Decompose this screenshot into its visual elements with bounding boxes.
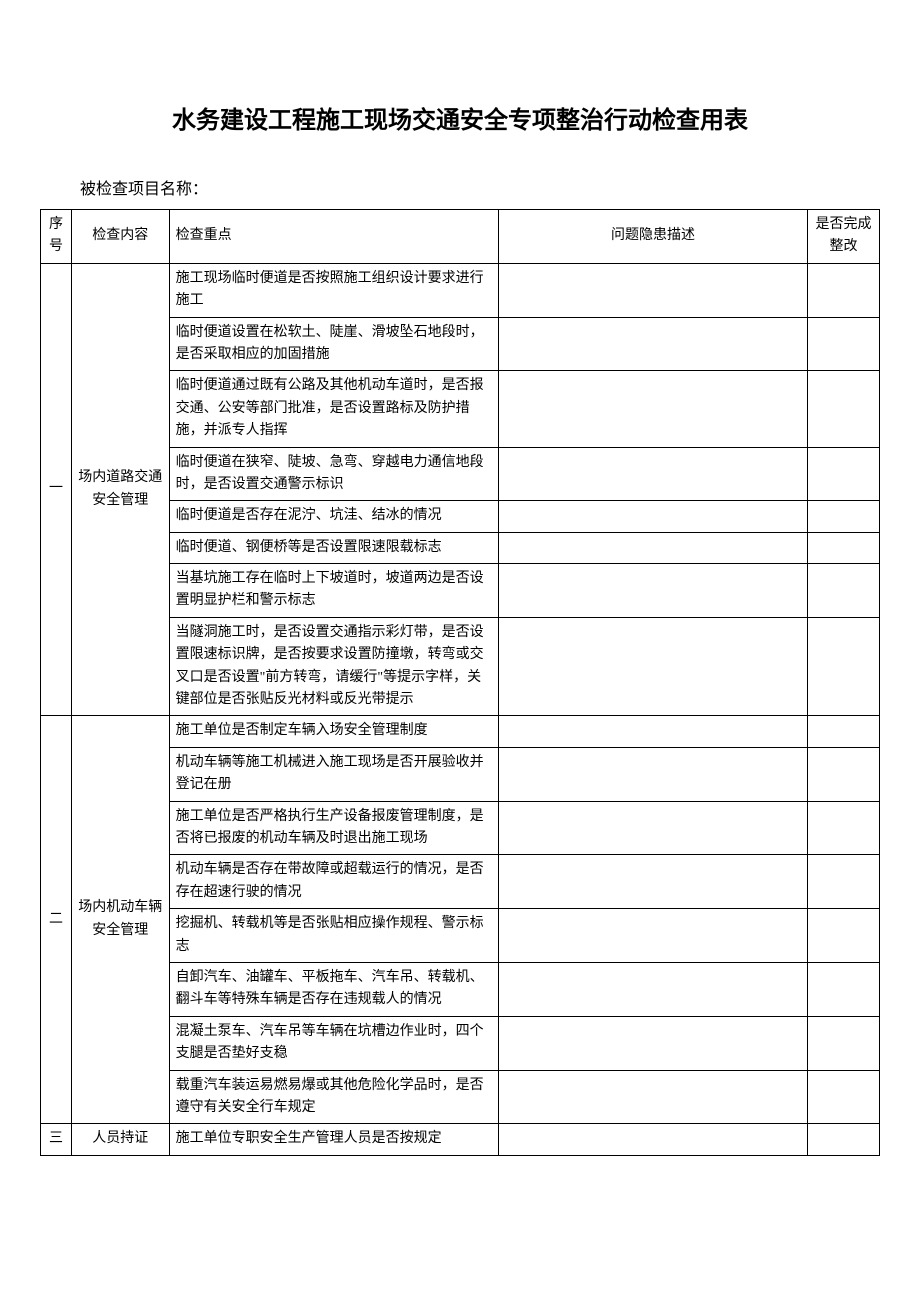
check-focus: 机动车辆等施工机械进入施工现场是否开展验收并登记在册 <box>169 747 498 801</box>
check-focus: 临时便道通过既有公路及其他机动车道时，是否报交通、公安等部门批准，是否设置路标及… <box>169 371 498 447</box>
done-cell <box>807 564 879 618</box>
problem-cell <box>499 532 808 563</box>
problem-cell <box>499 263 808 317</box>
check-focus: 当基坑施工存在临时上下坡道时，坡道两边是否设置明显护栏和警示标志 <box>169 564 498 618</box>
section-seq: 三 <box>41 1124 72 1155</box>
section-content: 场内道路交通安全管理 <box>71 263 169 716</box>
section-content: 场内机动车辆安全管理 <box>71 716 169 1124</box>
page-title: 水务建设工程施工现场交通安全专项整治行动检查用表 <box>40 100 880 135</box>
done-cell <box>807 801 879 855</box>
check-focus: 施工现场临时便道是否按照施工组织设计要求进行施工 <box>169 263 498 317</box>
done-cell <box>807 855 879 909</box>
problem-cell <box>499 1070 808 1124</box>
check-focus: 临时便道在狭窄、陡坡、急弯、穿越电力通信地段时，是否设置交通警示标识 <box>169 447 498 501</box>
done-cell <box>807 371 879 447</box>
problem-cell <box>499 1016 808 1070</box>
section-seq: 一 <box>41 263 72 716</box>
problem-cell <box>499 909 808 963</box>
done-cell <box>807 617 879 716</box>
check-focus: 载重汽车装运易燃易爆或其他危险化学品时，是否遵守有关安全行车规定 <box>169 1070 498 1124</box>
check-focus: 施工单位是否制定车辆入场安全管理制度 <box>169 716 498 747</box>
check-focus: 临时便道设置在松软土、陡崖、滑坡坠石地段时，是否采取相应的加固措施 <box>169 317 498 371</box>
check-focus: 混凝土泵车、汽车吊等车辆在坑槽边作业时，四个支腿是否垫好支稳 <box>169 1016 498 1070</box>
section-seq: 二 <box>41 716 72 1124</box>
header-done: 是否完成整改 <box>807 210 879 264</box>
problem-cell <box>499 801 808 855</box>
header-seq: 序号 <box>41 210 72 264</box>
project-name-label: 被检查项目名称： <box>40 175 880 199</box>
problem-cell <box>499 962 808 1016</box>
inspection-table: 序号 检查内容 检查重点 问题隐患描述 是否完成整改 一场内道路交通安全管理施工… <box>40 209 880 1156</box>
check-focus: 临时便道是否存在泥泞、坑洼、结冰的情况 <box>169 501 498 532</box>
done-cell <box>807 1124 879 1155</box>
table-row: 一场内道路交通安全管理施工现场临时便道是否按照施工组织设计要求进行施工 <box>41 263 880 317</box>
check-focus: 自卸汽车、油罐车、平板拖车、汽车吊、转载机、翻斗车等特殊车辆是否存在违规载人的情… <box>169 962 498 1016</box>
check-focus: 当隧洞施工时，是否设置交通指示彩灯带，是否设置限速标识牌，是否按要求设置防撞墩，… <box>169 617 498 716</box>
check-focus: 临时便道、钢便桥等是否设置限速限载标志 <box>169 532 498 563</box>
problem-cell <box>499 371 808 447</box>
done-cell <box>807 501 879 532</box>
done-cell <box>807 1070 879 1124</box>
done-cell <box>807 716 879 747</box>
done-cell <box>807 747 879 801</box>
check-focus: 施工单位是否严格执行生产设备报废管理制度，是否将已报废的机动车辆及时退出施工现场 <box>169 801 498 855</box>
table-row: 二场内机动车辆安全管理施工单位是否制定车辆入场安全管理制度 <box>41 716 880 747</box>
done-cell <box>807 263 879 317</box>
done-cell <box>807 962 879 1016</box>
problem-cell <box>499 617 808 716</box>
problem-cell <box>499 447 808 501</box>
problem-cell <box>499 747 808 801</box>
table-row: 三人员持证施工单位专职安全生产管理人员是否按规定 <box>41 1124 880 1155</box>
check-focus: 施工单位专职安全生产管理人员是否按规定 <box>169 1124 498 1155</box>
done-cell <box>807 909 879 963</box>
check-focus: 挖掘机、转载机等是否张贴相应操作规程、警示标志 <box>169 909 498 963</box>
problem-cell <box>499 564 808 618</box>
problem-cell <box>499 1124 808 1155</box>
problem-cell <box>499 855 808 909</box>
done-cell <box>807 447 879 501</box>
done-cell <box>807 1016 879 1070</box>
header-problem: 问题隐患描述 <box>499 210 808 264</box>
check-focus: 机动车辆是否存在带故障或超载运行的情况，是否存在超速行驶的情况 <box>169 855 498 909</box>
problem-cell <box>499 317 808 371</box>
done-cell <box>807 317 879 371</box>
problem-cell <box>499 501 808 532</box>
done-cell <box>807 532 879 563</box>
header-content: 检查内容 <box>71 210 169 264</box>
header-focus: 检查重点 <box>169 210 498 264</box>
section-content: 人员持证 <box>71 1124 169 1155</box>
problem-cell <box>499 716 808 747</box>
